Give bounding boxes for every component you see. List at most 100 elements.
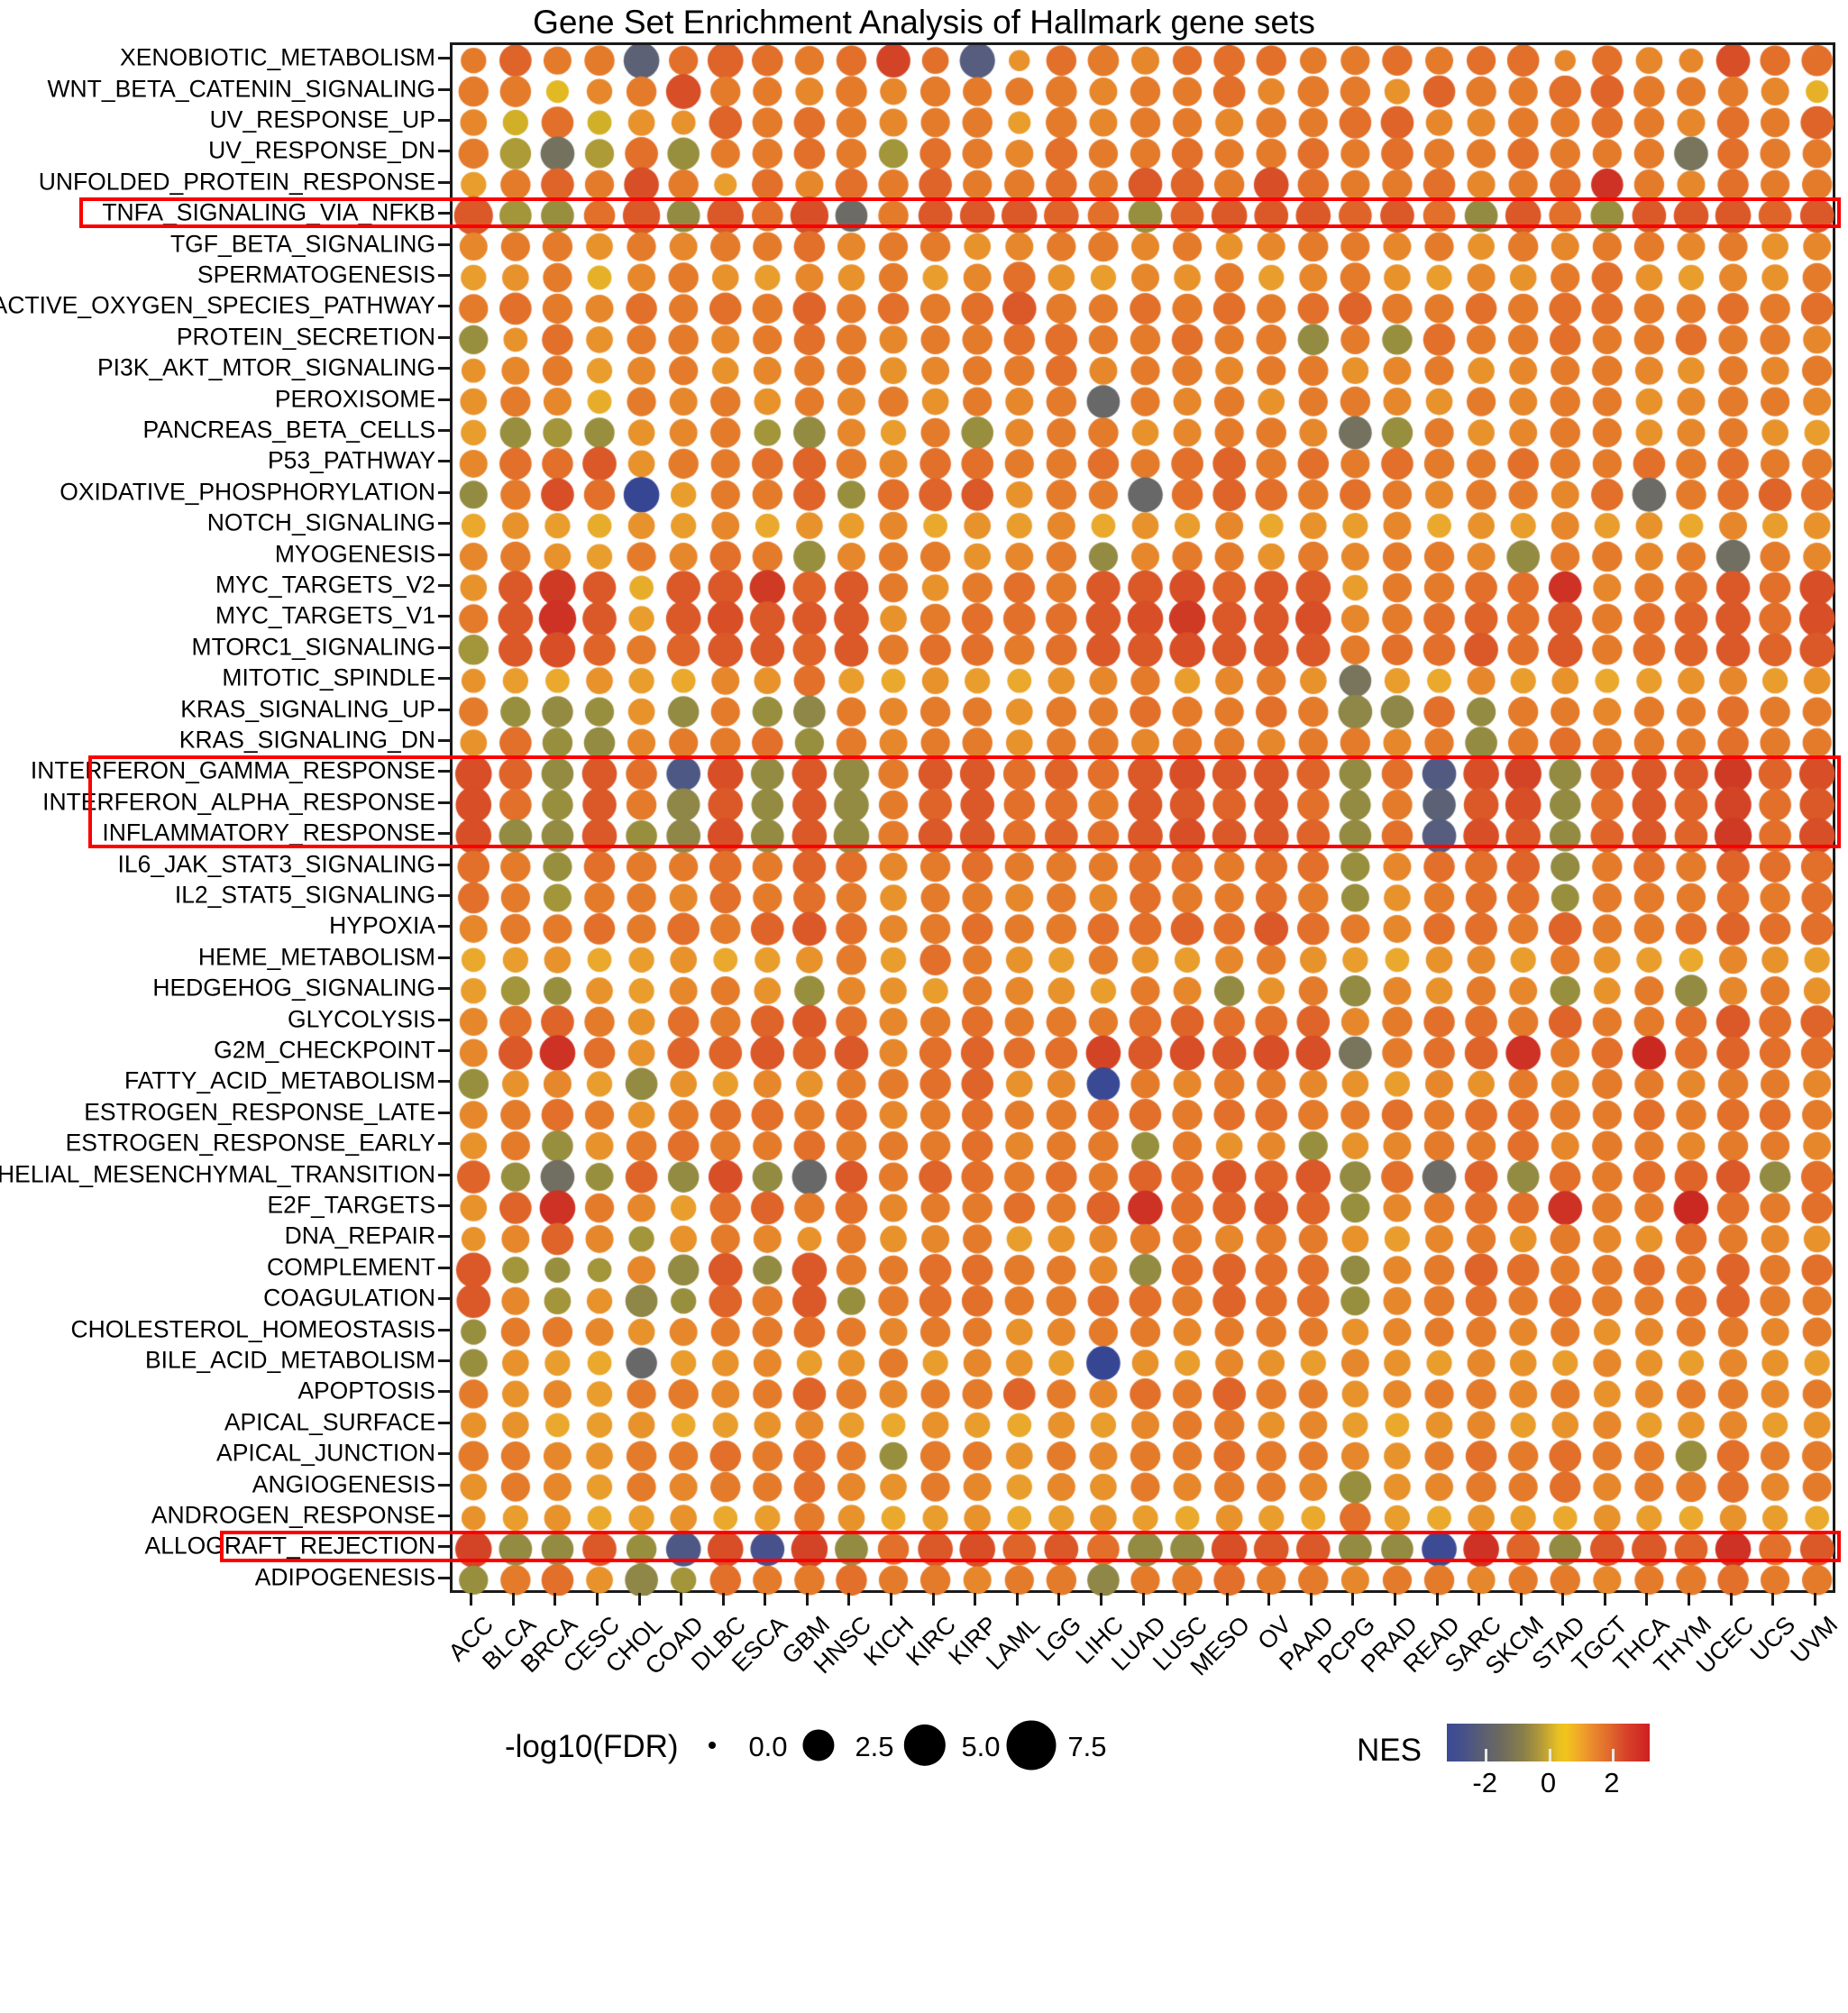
size-legend-value: 5.0 xyxy=(961,1731,1001,1762)
y-axis-tick xyxy=(438,1018,450,1021)
y-axis-label: COAGULATION xyxy=(263,1284,435,1312)
x-axis-tick xyxy=(1309,1593,1313,1606)
y-axis-tick xyxy=(438,1576,450,1579)
x-axis-tick xyxy=(596,1593,599,1606)
y-axis-label: HEME_METABOLISM xyxy=(197,943,435,971)
y-axis-label: PI3K_AKT_MTOR_SIGNALING xyxy=(96,353,435,381)
x-axis-tick xyxy=(680,1593,683,1606)
y-axis-tick xyxy=(438,1080,450,1084)
y-axis-label: FATTY_ACID_METABOLISM xyxy=(124,1066,435,1094)
x-axis-tick xyxy=(1184,1593,1187,1606)
y-axis-tick xyxy=(438,615,450,618)
y-axis-tick xyxy=(438,1390,450,1394)
legend: -log10(FDR) NES 0.0 2.5 5.0 7.5 -2 0 2 xyxy=(0,1713,1848,1798)
y-axis-tick xyxy=(438,832,450,836)
y-axis-tick xyxy=(438,1235,450,1239)
y-axis-tick xyxy=(438,460,450,463)
y-axis-label: COMPLEMENT xyxy=(267,1253,435,1281)
x-axis-tick xyxy=(1645,1593,1649,1606)
x-axis-tick xyxy=(1393,1593,1396,1606)
size-legend-dot xyxy=(1006,1720,1057,1771)
x-axis-tick xyxy=(1435,1593,1439,1606)
y-axis-tick xyxy=(438,522,450,526)
y-axis-label: UNFOLDED_PROTEIN_RESPONSE xyxy=(38,168,435,196)
y-axis-tick xyxy=(438,1514,450,1517)
y-axis-tick xyxy=(438,119,450,122)
x-axis-tick xyxy=(890,1593,893,1606)
y-axis-tick xyxy=(438,1452,450,1456)
y-axis-tick xyxy=(438,645,450,649)
y-axis-label: KRAS_SIGNALING_DN xyxy=(178,726,435,754)
x-axis-tick xyxy=(847,1593,851,1606)
y-axis-tick xyxy=(438,212,450,215)
y-axis-label: MYC_TARGETS_V2 xyxy=(215,571,435,599)
x-axis-tick xyxy=(1099,1593,1102,1606)
y-axis-label: UV_RESPONSE_DN xyxy=(208,136,435,164)
y-axis-tick xyxy=(438,335,450,339)
y-axis-label: CHOLESTEROL_HOMEOSTASIS xyxy=(70,1315,435,1343)
x-axis-tick xyxy=(1519,1593,1523,1606)
y-axis-label: APOPTOSIS xyxy=(297,1377,435,1405)
y-axis-tick xyxy=(438,1111,450,1114)
y-axis-label: APICAL_JUNCTION xyxy=(216,1439,435,1467)
y-axis-tick xyxy=(438,584,450,587)
y-axis-label: UV_RESPONSE_UP xyxy=(209,105,435,133)
y-axis-label: HEDGEHOG_SIGNALING xyxy=(152,974,435,1002)
y-axis-tick xyxy=(438,429,450,432)
y-axis-tick xyxy=(438,987,450,991)
x-axis-tick xyxy=(1603,1593,1606,1606)
y-axis-label: MYC_TARGETS_V1 xyxy=(215,601,435,629)
x-axis-tick xyxy=(1561,1593,1565,1606)
y-axis-label: PROTEIN_SECRETION xyxy=(176,323,435,351)
y-axis-label: TNFA_SIGNALING_VIA_NFKB xyxy=(102,198,435,226)
y-axis-tick xyxy=(438,150,450,153)
y-axis-label: INTERFERON_ALPHA_RESPONSE xyxy=(42,788,435,816)
x-axis-tick xyxy=(1267,1593,1271,1606)
x-axis-tick xyxy=(721,1593,725,1606)
y-axis-tick xyxy=(438,925,450,929)
y-axis-tick xyxy=(438,87,450,91)
y-axis-label: NOTCH_SIGNALING xyxy=(206,508,435,536)
x-axis-tick xyxy=(1477,1593,1481,1606)
y-axis-label: PEROXISOME xyxy=(274,385,435,413)
y-axis-label: WNT_BETA_CATENIN_SIGNALING xyxy=(47,75,435,103)
y-axis-label: IL2_STAT5_SIGNALING xyxy=(174,881,435,909)
x-axis-tick xyxy=(931,1593,935,1606)
x-axis-tick xyxy=(1771,1593,1775,1606)
y-axis-label: REACTIVE_OXYGEN_SPECIES_PATHWAY xyxy=(0,291,435,319)
y-axis-tick xyxy=(438,956,450,959)
y-axis-tick xyxy=(438,1359,450,1362)
y-axis-label: TGF_BETA_SIGNALING xyxy=(169,230,435,258)
colorbar-tick xyxy=(1485,1749,1488,1761)
y-axis-tick xyxy=(438,1049,450,1052)
y-axis-label: BILE_ACID_METABOLISM xyxy=(144,1346,435,1374)
y-axis-tick xyxy=(438,274,450,277)
y-axis-label: ESTROGEN_RESPONSE_LATE xyxy=(84,1098,435,1126)
y-axis-label: G2M_CHECKPOINT xyxy=(214,1036,435,1064)
size-legend-value: 0.0 xyxy=(748,1731,788,1762)
y-axis-label: INTERFERON_GAMMA_RESPONSE xyxy=(30,756,435,784)
y-axis-tick xyxy=(438,1173,450,1176)
plot-panel xyxy=(450,42,1838,1596)
size-legend-value: 7.5 xyxy=(1067,1731,1107,1762)
dot-matrix-canvas xyxy=(453,45,1838,1596)
size-legend-value: 2.5 xyxy=(855,1731,894,1762)
gsea-dotplot-figure: Gene Set Enrichment Analysis of Hallmark… xyxy=(0,0,1848,1798)
y-axis-tick xyxy=(438,801,450,804)
y-axis-label: HYPOXIA xyxy=(329,911,435,939)
colorbar-tick-label: 0 xyxy=(1540,1767,1557,1798)
y-axis-label: KRAS_SIGNALING_UP xyxy=(180,695,435,723)
x-axis-tick xyxy=(1225,1593,1229,1606)
y-axis-label: E2F_TARGETS xyxy=(267,1191,435,1219)
x-axis-tick xyxy=(1351,1593,1355,1606)
y-axis-tick xyxy=(438,367,450,371)
y-axis-label: OXIDATIVE_PHOSPHORYLATION xyxy=(59,478,435,506)
x-axis-tick xyxy=(974,1593,977,1606)
colorbar-tick-label: 2 xyxy=(1604,1767,1620,1798)
x-axis-tick xyxy=(805,1593,809,1606)
x-axis-tick xyxy=(1729,1593,1733,1606)
colorbar-tick xyxy=(1548,1749,1551,1761)
x-axis-tick xyxy=(764,1593,767,1606)
y-axis-label: DNA_REPAIR xyxy=(284,1222,435,1249)
color-legend-title: NES xyxy=(1357,1733,1422,1768)
